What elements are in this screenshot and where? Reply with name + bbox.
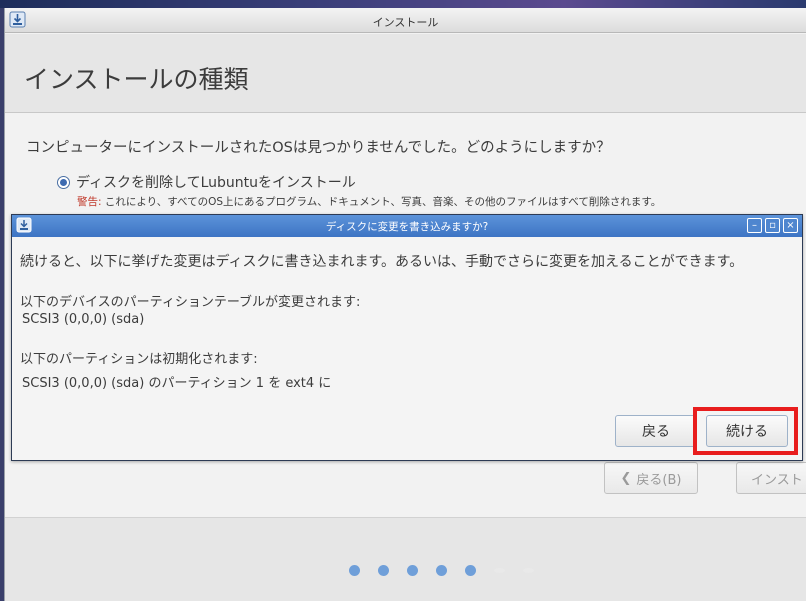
progress-dot-pending: [494, 568, 505, 573]
desktop-background: [0, 0, 806, 8]
install-question: コンピューターにインストールされたOSは見つかりませんでした。どのようにしますか…: [26, 140, 611, 156]
window-controls: – ▫ ×: [747, 218, 798, 233]
radio-selected-icon[interactable]: [57, 175, 70, 189]
dialog-titlebar: ディスクに変更を書き込みますか? – ▫ ×: [12, 215, 802, 237]
dialog-message: 続けると、以下に挙げた変更はディスクに書き込まれます。あるいは、手動でさらに変更…: [20, 254, 744, 270]
progress-dot-complete: [407, 565, 418, 576]
warning-prefix: 警告:: [77, 196, 102, 208]
progress-dot-complete: [349, 565, 360, 576]
window-title: インストール: [372, 16, 439, 29]
minimize-icon[interactable]: –: [747, 218, 762, 233]
maximize-icon[interactable]: ▫: [765, 218, 780, 233]
option-erase-disk-label: ディスクを削除してLubuntuをインストール: [76, 175, 356, 191]
partition-table-heading: 以下のデバイスのパーティションテーブルが変更されます:: [20, 295, 361, 310]
progress-dot-complete: [465, 565, 476, 576]
footer-area: [5, 517, 806, 601]
progress-dots: [349, 565, 534, 576]
chevron-left-icon: ❮: [620, 470, 632, 486]
dialog-title: ディスクに変更を書き込みますか?: [325, 221, 489, 233]
option-warning: 警告: これにより、すべてのOS上にあるプログラム、ドキュメント、写真、音楽、そ…: [77, 194, 661, 209]
format-detail: SCSI3 (0,0,0) (sda) のパーティション 1 を ext4 に: [22, 376, 332, 391]
progress-dot-pending: [523, 568, 534, 573]
progress-dot-complete: [436, 565, 447, 576]
format-heading: 以下のパーティションは初期化されます:: [20, 352, 258, 367]
partition-table-device: SCSI3 (0,0,0) (sda): [22, 312, 145, 327]
installer-titlebar: インストール: [5, 8, 806, 33]
option-erase-disk[interactable]: ディスクを削除してLubuntuをインストール: [57, 172, 356, 192]
dialog-back-button[interactable]: 戻る: [615, 415, 697, 447]
back-button[interactable]: ❮ 戻る(B): [604, 462, 698, 494]
page-header: インストールの種類: [5, 34, 806, 113]
continue-highlight-box: [693, 407, 798, 455]
install-button-label: インスト: [751, 472, 803, 488]
write-changes-dialog: ディスクに変更を書き込みますか? – ▫ × 続けると、以下に挙げた変更はディス…: [11, 214, 803, 461]
install-now-button[interactable]: インスト: [736, 462, 806, 494]
page-title: インストールの種類: [24, 65, 249, 94]
close-icon[interactable]: ×: [783, 218, 798, 233]
warning-text: これにより、すべてのOS上にあるプログラム、ドキュメント、写真、音楽、その他のフ…: [101, 196, 662, 208]
back-button-label: 戻る(B): [636, 472, 682, 488]
progress-dot-complete: [378, 565, 389, 576]
